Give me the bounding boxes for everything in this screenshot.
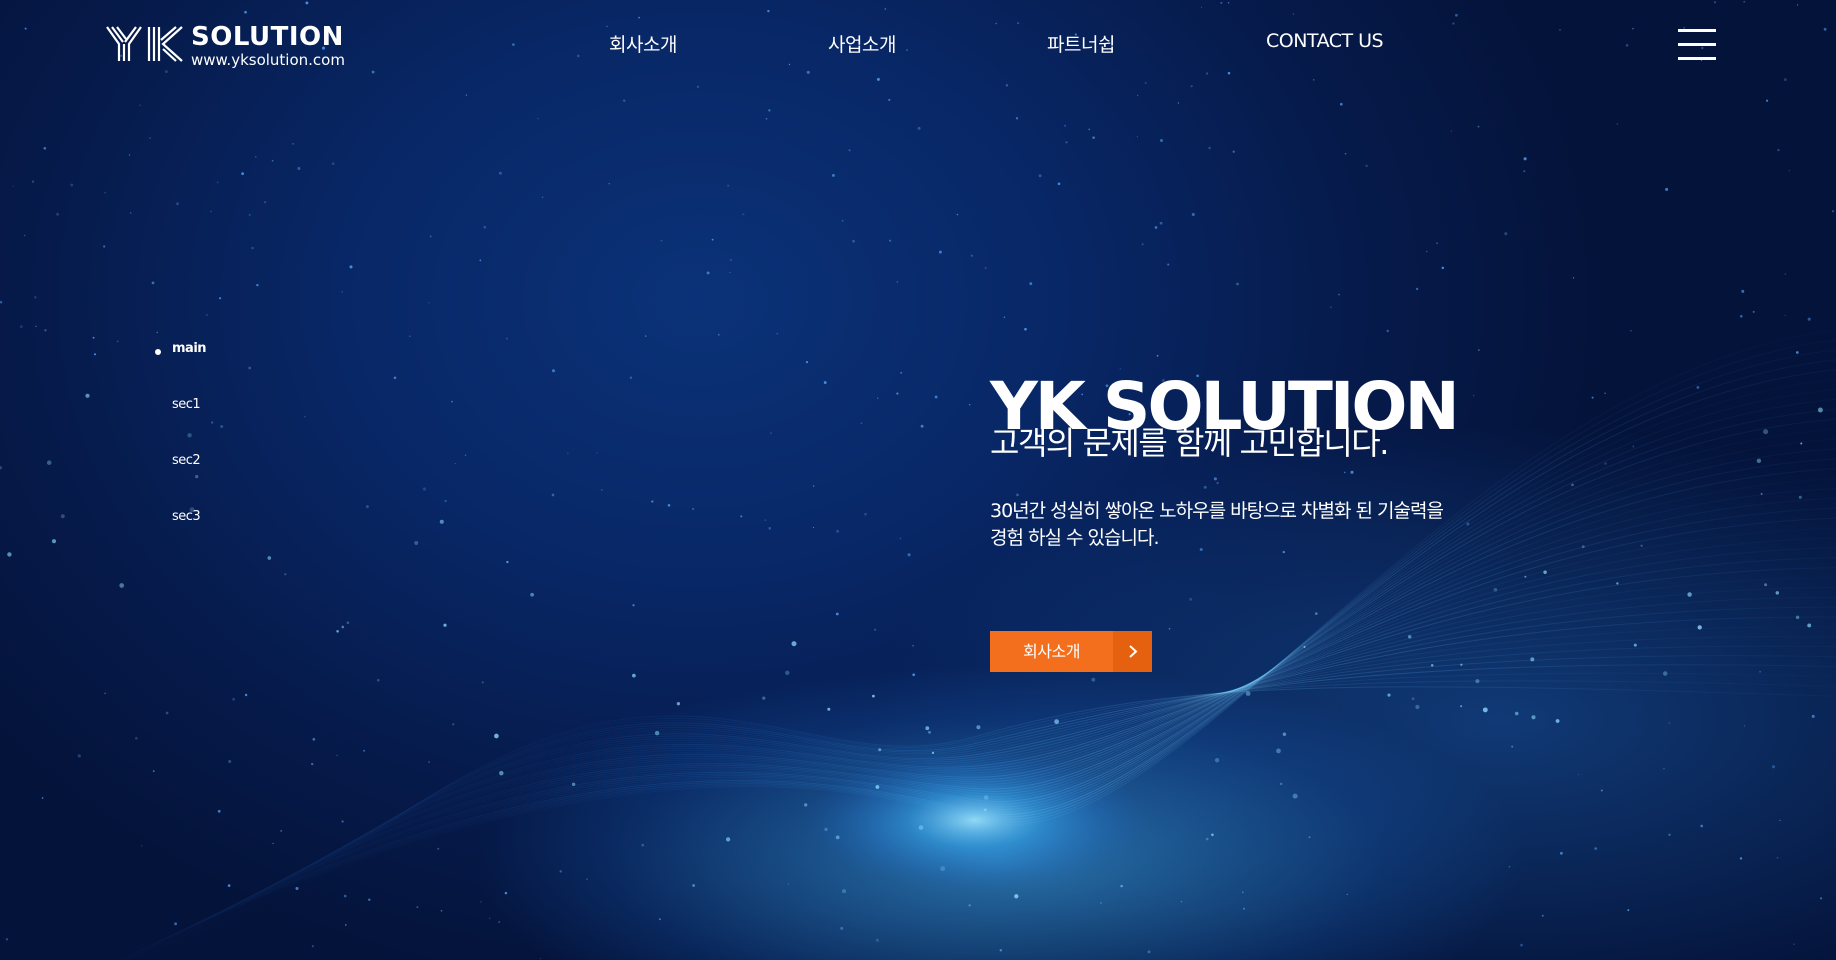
section-nav-label: main [172,341,207,356]
nav-item-partnership[interactable]: 파트너쉽 [1047,30,1115,57]
chevron-right-icon [1113,631,1152,672]
section-nav-sec3[interactable]: sec3 [150,506,230,528]
section-nav-sec1[interactable]: sec1 [150,394,230,416]
nav-item-contact[interactable]: CONTACT US [1266,30,1384,52]
section-nav-main[interactable]: main [150,338,230,360]
hero-description: 30년간 성실히 쌓아온 노하우를 바탕으로 차별화 된 기술력을 경험 하실 … [990,498,1490,552]
section-nav-sec2[interactable]: sec2 [150,450,230,472]
nav-item-business[interactable]: 사업소개 [828,30,896,57]
hero-description-line: 경험 하실 수 있습니다. [990,527,1159,549]
yk-logo-mark-icon [106,26,183,62]
logo-name: SOLUTION [191,22,344,52]
menu-bar [1678,29,1716,32]
nav-item-company[interactable]: 회사소개 [609,30,677,57]
section-nav-label: sec2 [172,453,201,468]
hero-description-line: 30년간 성실히 쌓아온 노하우를 바탕으로 차별화 된 기술력을 [990,500,1444,522]
particle-wave-background [0,0,1836,960]
hero-subtitle: 고객의 문제를 함께 고민합니다. [990,424,1389,462]
hero: YK SOLUTION 고객의 문제를 함께 고민합니다. 30년간 성실히 쌓… [990,330,1510,680]
active-dot-icon [155,349,161,355]
section-nav-label: sec3 [172,509,201,524]
company-intro-button-label: 회사소개 [1023,642,1080,661]
logo-url: www.yksolution.com [191,51,345,69]
logo[interactable]: SOLUTION www.yksolution.com [105,22,345,70]
page: SOLUTION www.yksolution.com 회사소개 사업소개 파트… [0,0,1836,960]
menu-bar [1678,43,1716,46]
hamburger-menu-icon[interactable] [1678,29,1718,61]
site-header: SOLUTION www.yksolution.com 회사소개 사업소개 파트… [0,0,1836,92]
section-nav: main sec1 sec2 sec3 [150,338,230,528]
menu-bar [1678,57,1716,60]
section-nav-label: sec1 [172,397,201,412]
company-intro-button[interactable]: 회사소개 [990,631,1152,672]
